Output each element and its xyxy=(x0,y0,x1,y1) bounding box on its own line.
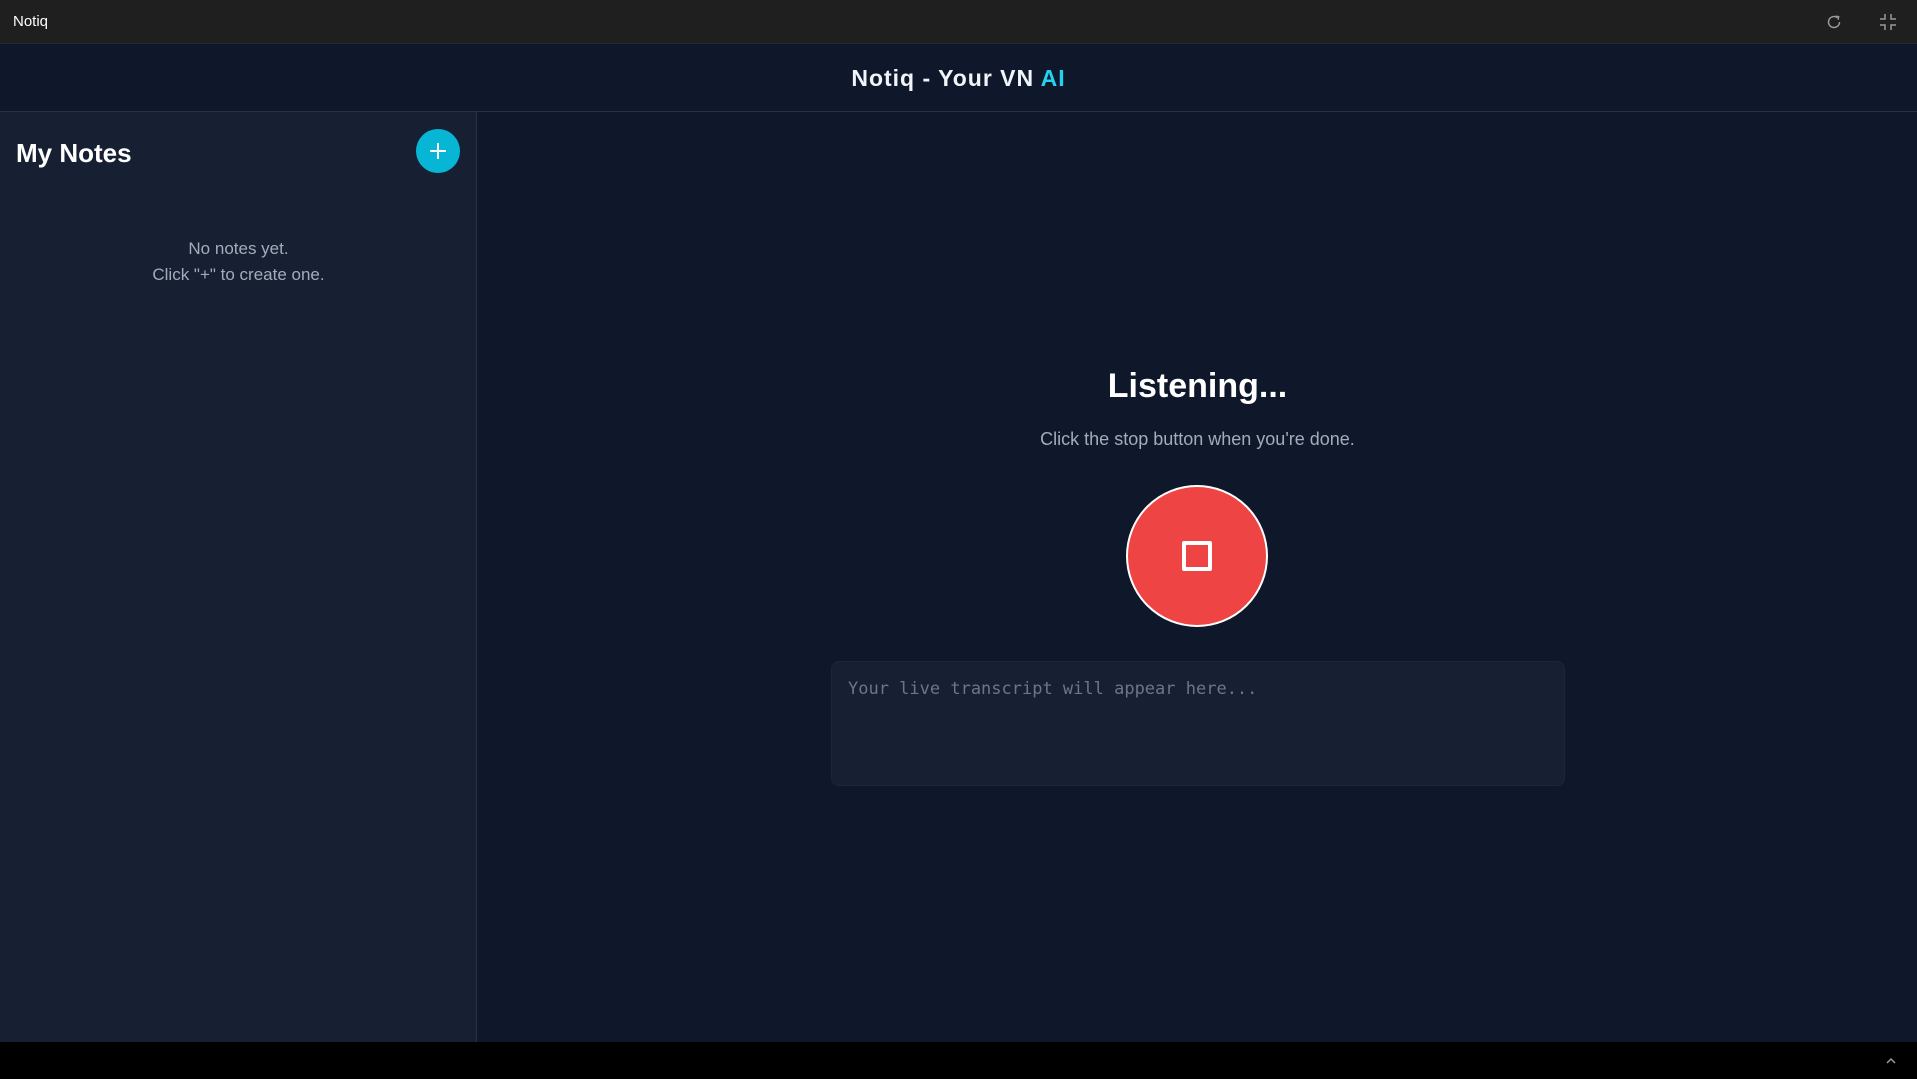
empty-line-1: No notes yet. xyxy=(188,239,289,258)
status-title: Listening... xyxy=(1107,367,1288,405)
notes-sidebar: My Notes No notes yet. Click "+" to crea… xyxy=(0,112,477,1042)
expand-button[interactable] xyxy=(1882,1052,1900,1070)
window-titlebar: Notiq xyxy=(0,0,1917,44)
brand-accent: AI xyxy=(1040,64,1066,91)
live-transcript-field[interactable] xyxy=(831,661,1565,786)
plus-icon xyxy=(430,143,446,159)
app-brand: Notiq - Your VN AI xyxy=(851,65,1065,92)
empty-notes-message: No notes yet. Click "+" to create one. xyxy=(0,236,477,288)
refresh-button[interactable] xyxy=(1820,8,1848,36)
brand-text: Notiq - Your VN xyxy=(851,64,1041,91)
sidebar-heading: My Notes xyxy=(16,138,132,168)
app-header: Notiq - Your VN AI xyxy=(0,45,1917,112)
empty-line-2: Click "+" to create one. xyxy=(152,265,325,284)
refresh-icon xyxy=(1827,15,1841,29)
add-note-button[interactable] xyxy=(416,129,460,173)
status-subtitle: Click the stop button when you're done. xyxy=(1040,429,1355,449)
recording-panel: Listening... Click the stop button when … xyxy=(478,112,1917,1042)
stop-recording-button[interactable] xyxy=(1126,485,1268,627)
exit-fullscreen-button[interactable] xyxy=(1874,8,1902,36)
bottom-bar xyxy=(0,1042,1917,1079)
chevron-up-icon xyxy=(1886,1057,1896,1064)
window-title: Notiq xyxy=(13,13,49,30)
exit-fullscreen-icon xyxy=(1880,14,1896,30)
stop-icon xyxy=(1182,541,1212,571)
